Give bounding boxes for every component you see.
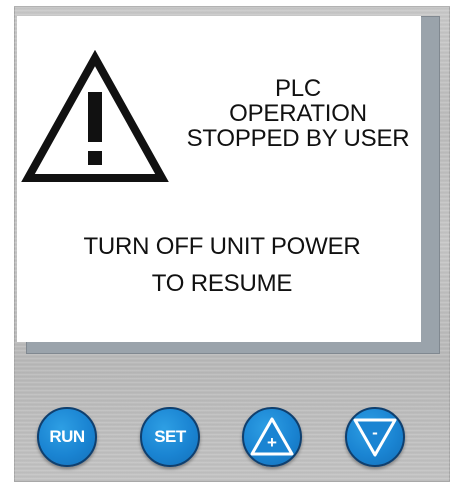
lcd-screen: PLC OPERATION STOPPED BY USER TURN OFF U…: [17, 16, 421, 342]
down-button[interactable]: -: [345, 407, 405, 467]
up-button[interactable]: +: [242, 407, 302, 467]
resume-instruction-line: TURN OFF UNIT POWER: [83, 233, 361, 260]
resume-instruction-line: TO RESUME: [151, 270, 293, 297]
run-button[interactable]: RUN: [37, 407, 97, 467]
run-button-label: RUN: [49, 427, 85, 446]
triangle-down-icon: -: [353, 418, 397, 457]
up-button-label: +: [267, 433, 277, 452]
stop-message-line: PLC: [274, 75, 322, 102]
triangle-up-icon: +: [250, 417, 294, 456]
set-button-label: SET: [154, 427, 186, 446]
stop-message-line: STOPPED BY USER: [186, 125, 410, 152]
stop-message: PLC OPERATION STOPPED BY USER: [163, 76, 433, 151]
warning-triangle-icon: [21, 50, 169, 182]
stop-message-line: OPERATION: [229, 100, 367, 127]
set-button[interactable]: SET: [140, 407, 200, 467]
resume-instruction: TURN OFF UNIT POWER TO RESUME: [47, 228, 397, 302]
down-button-label: -: [372, 423, 378, 442]
